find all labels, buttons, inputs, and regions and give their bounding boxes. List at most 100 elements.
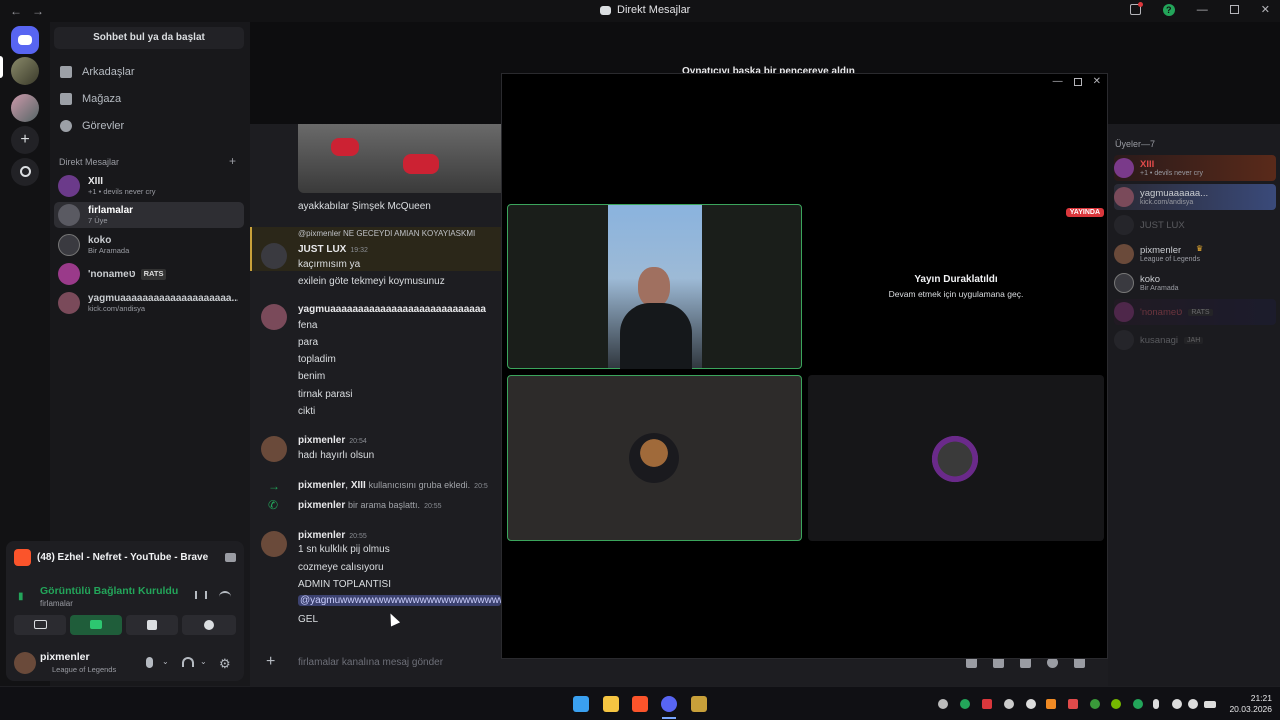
minimize-icon[interactable]: — [1053,76,1063,87]
message-header: pixmenler 20:55 [298,530,367,541]
app-icon[interactable] [691,696,707,712]
nav-quests[interactable]: Görevler [60,120,124,132]
participant-tile[interactable] [507,375,802,541]
search-input[interactable]: Sohbet bul ya da başlat [54,27,244,49]
volume-icon[interactable] [1188,699,1198,709]
reply-reference[interactable]: @pixmenler NE GECEYDI AMIAN KOYAYIASKMI [298,229,475,238]
discover-button[interactable] [11,158,39,186]
soundboard-button[interactable] [182,615,236,635]
maximize-icon[interactable] [1073,78,1082,86]
activities-button[interactable] [126,615,178,635]
help-icon[interactable]: ? [1162,3,1175,16]
server-icon[interactable] [11,94,39,122]
nav-friends[interactable]: Arkadaşlar [60,66,135,78]
chevron-down-icon[interactable]: ⌄ [200,657,207,666]
member-item[interactable]: JUST LUX [1114,212,1276,238]
dm-item[interactable]: 'nonameטּ RATS [54,261,244,287]
close-icon[interactable]: ✕ [1261,3,1270,16]
tag-badge: RATS [1188,308,1213,316]
dm-item[interactable]: koko Bir Aramada [54,232,244,258]
message-input[interactable]: firlamalar kanalına mesaj gönder [298,657,443,668]
avatar [58,175,80,197]
microphone-icon[interactable] [146,657,153,668]
chevron-down-icon[interactable]: ⌄ [162,657,169,666]
close-icon[interactable]: ✕ [1093,76,1101,87]
add-server-button[interactable]: + [11,126,39,154]
file-explorer-icon[interactable] [603,696,619,712]
wifi-icon[interactable] [1172,699,1182,709]
avatar[interactable] [261,243,287,269]
forward-icon[interactable]: → [32,4,44,18]
member-item[interactable]: koko Bir Aramada [1114,270,1276,296]
tray-icon[interactable] [960,699,970,709]
avatar[interactable] [261,304,287,330]
avatar [1114,215,1134,235]
member-list: Üyeler—7 XIII +1 • devils never cry yagmu… [1108,124,1280,686]
connection-signal-icon: ▮ [18,591,24,602]
video-tile[interactable] [507,204,802,369]
member-item[interactable]: pixmenler League of Legends ♛ [1114,241,1276,267]
brave-icon [14,549,31,566]
tray-icon[interactable] [1133,699,1143,709]
title-bar: ← → Direkt Mesajlar ? — ✕ [0,0,1280,22]
discord-icon [18,35,32,45]
headphones-icon[interactable] [182,657,194,667]
user-avatar[interactable] [14,652,36,674]
member-item[interactable]: 'nonameטּ RATS [1114,299,1276,325]
stop-stream-icon[interactable] [225,553,236,562]
screen-share-button[interactable] [70,615,122,635]
camera-feed [608,205,702,369]
user-name[interactable]: pixmenler [40,651,90,663]
member-item[interactable]: XIII +1 • devils never cry [1114,155,1276,181]
stream-row[interactable]: (48) Ezhel - Nefret - YouTube - Brave [14,549,236,566]
noise-icon[interactable] [195,591,207,599]
disconnect-icon[interactable] [219,591,231,597]
tray-icon[interactable] [982,699,992,709]
add-dm-button[interactable]: + [229,154,236,168]
connection-status[interactable]: Görüntülü Bağlantı Kuruldu [40,585,178,597]
discord-icon[interactable] [661,696,677,712]
clock[interactable]: 21:21 20.03.2026 [1222,693,1272,715]
inbox-icon[interactable] [1129,2,1143,15]
avatar [58,204,80,226]
attach-plus-button[interactable]: + [266,653,275,671]
tray-icon[interactable] [1046,699,1056,709]
stream-tile[interactable]: YAYINDA Yayın Duraklatıldı Devam etmek i… [808,204,1104,369]
avatar[interactable] [261,531,287,557]
brave-icon[interactable] [632,696,648,712]
nav-shop[interactable]: Mağaza [60,93,121,105]
message-text: cikti [298,406,316,417]
tray-icon[interactable] [938,699,948,709]
back-icon[interactable]: ← [10,4,22,18]
paused-title: Yayın Duraklatıldı [914,274,998,285]
dm-item-selected[interactable]: firlamalar 7 Üye [54,202,244,228]
minimize-icon[interactable]: — [1197,4,1208,16]
member-item[interactable]: kusanagi JAH [1114,327,1276,353]
dm-item[interactable]: XIII +1 • devils never cry [54,173,244,199]
soundboard-icon [204,620,214,630]
avatar[interactable] [261,436,287,462]
microphone-icon[interactable] [1153,699,1159,709]
message-text: topladim [298,354,336,365]
dm-item[interactable]: yagmuaaaaaaaaaaaaaaaaaaaa... kick.com/and… [54,290,244,316]
battery-icon[interactable] [1204,701,1216,708]
tray-icon[interactable] [1090,699,1100,709]
tray-icon[interactable] [1068,699,1078,709]
member-item[interactable]: yagmuaaaaaa... kick.com/andisya [1114,184,1276,210]
settings-gear-icon[interactable]: ⚙ [219,656,231,672]
tray-icon[interactable] [1026,699,1036,709]
server-icon[interactable] [11,57,39,85]
participant-tile[interactable] [808,375,1104,541]
tray-icon[interactable] [1111,699,1121,709]
crown-icon: ♛ [1196,244,1204,253]
camera-toggle-button[interactable] [14,615,66,635]
tray-icon[interactable] [1004,699,1014,709]
avatar [1114,273,1134,293]
message-text: GEL [298,614,319,625]
image-attachment[interactable] [298,124,501,193]
selected-indicator [0,56,3,78]
user-mention[interactable]: @yagmuwwwwwwwwwwwwwwwwwwwwwwwwww [298,595,501,606]
home-button[interactable] [11,26,39,54]
maximize-icon[interactable] [1229,5,1239,14]
start-icon[interactable] [573,696,589,712]
